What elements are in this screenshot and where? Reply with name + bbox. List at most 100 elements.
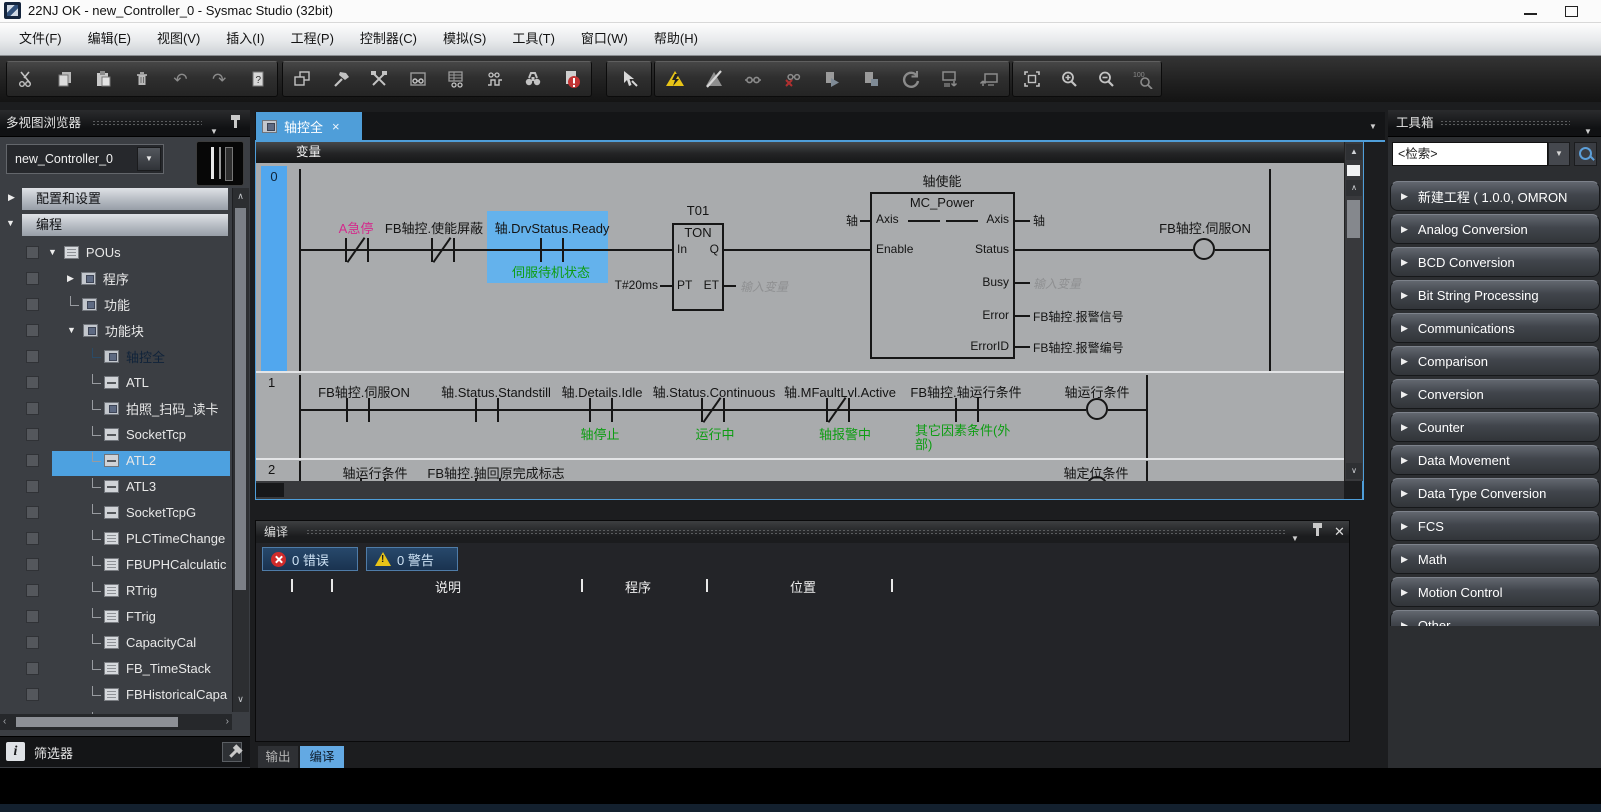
pulse-monitor-icon[interactable] — [480, 64, 510, 94]
timer-instance-label[interactable]: T01 — [687, 203, 709, 218]
toolbox-item-analog-conversion[interactable]: ▶Analog Conversion — [1390, 214, 1600, 244]
undo-icon[interactable]: ↶ — [166, 64, 196, 94]
help-icon[interactable]: ? — [243, 64, 273, 94]
tree-item-fb[interactable]: ATL2 — [0, 448, 232, 472]
scrollbar-thumb[interactable] — [1347, 165, 1360, 176]
transfer-to-controller-icon[interactable] — [935, 64, 965, 94]
tree-item-pous[interactable]: ▼ POUs — [0, 240, 232, 264]
toolbox-item-fcs[interactable]: ▶FCS — [1390, 511, 1600, 541]
tab-axis-control[interactable]: 轴控全 × — [256, 112, 362, 140]
menu-view[interactable]: 视图(V) — [144, 23, 213, 55]
pt-value[interactable]: T#20ms — [596, 278, 658, 292]
search-dropdown-icon[interactable]: ▼ — [1548, 142, 1570, 166]
tree-item-fb-selected[interactable]: 轴控全 — [0, 344, 232, 368]
contact-label[interactable]: 轴.DrvStatus.Ready — [495, 218, 610, 237]
scroll-up-icon[interactable]: ∧ — [1346, 180, 1362, 196]
tree-item-fb[interactable]: FB_TimeStack — [0, 656, 232, 680]
menu-edit[interactable]: 编辑(E) — [75, 23, 144, 55]
warnings-filter-button[interactable]: 0 警告 — [366, 547, 458, 571]
build-pin-icon[interactable] — [1316, 527, 1319, 536]
toolbox-item-counter[interactable]: ▶Counter — [1390, 412, 1600, 442]
contact-label[interactable]: 轴.MFaultLvl.Active — [784, 382, 896, 401]
warning-enable-icon[interactable] — [660, 64, 690, 94]
nc-contact[interactable] — [431, 238, 433, 262]
build-hammer-icon[interactable] — [326, 64, 356, 94]
tree-item-fb[interactable]: FBUPHCalculatic — [0, 552, 232, 576]
fb-checkbox[interactable] — [26, 558, 39, 571]
fb-checkbox[interactable] — [26, 584, 39, 597]
search-binoculars-icon[interactable] — [518, 64, 548, 94]
maximize-button[interactable] — [1565, 6, 1578, 17]
tree-item-fb[interactable]: RTrig — [0, 578, 232, 602]
fb-comment[interactable]: 轴使能 — [922, 171, 961, 190]
fb-checkbox[interactable] — [26, 454, 39, 467]
no-contact[interactable] — [475, 398, 477, 422]
section-programming[interactable]: 编程 — [22, 214, 228, 236]
watch-window-icon[interactable] — [403, 64, 433, 94]
column-divider[interactable] — [891, 579, 893, 592]
tree-item-fb[interactable]: FTrig — [0, 604, 232, 628]
tree-item-fb[interactable]: ATL — [0, 370, 232, 394]
toolbox-item-bcd-conversion[interactable]: ▶BCD Conversion — [1390, 247, 1600, 277]
nc-contact[interactable] — [826, 398, 828, 422]
controller-selector[interactable]: new_Controller_0 ▼ — [6, 144, 164, 174]
edit-pointer-icon[interactable] — [614, 64, 644, 94]
monitor-stop-icon[interactable] — [778, 64, 808, 94]
tab-close-icon[interactable]: × — [332, 119, 340, 134]
function-blocks-checkbox[interactable] — [26, 324, 39, 337]
pous-checkbox[interactable] — [26, 246, 39, 259]
rung2-number[interactable]: 2 — [268, 462, 275, 477]
coil-label[interactable]: 轴定位条件 — [1063, 463, 1128, 481]
toolbox-item-math[interactable]: ▶Math — [1390, 544, 1600, 574]
contact-label[interactable]: FB轴控.轴回原完成标志 — [427, 463, 564, 481]
tree-item-fb[interactable]: PLCTimeChange — [0, 526, 232, 550]
busy-value-placeholder[interactable]: 输入变量 — [1033, 275, 1081, 292]
config-expand-icon[interactable]: ▶ — [8, 192, 15, 203]
toolbox-item-other[interactable]: ▶Other — [1390, 610, 1600, 626]
nc-contact[interactable] — [701, 398, 703, 422]
programs-expand-icon[interactable]: ▶ — [67, 273, 74, 284]
column-divider[interactable] — [331, 579, 333, 592]
rung1-number[interactable]: 1 — [268, 375, 275, 390]
toolbox-item-data-type-conversion[interactable]: ▶Data Type Conversion — [1390, 478, 1600, 508]
transfer-from-controller-icon[interactable] — [974, 64, 1004, 94]
column-divider[interactable] — [291, 579, 293, 592]
tab-output[interactable]: 输出 — [258, 746, 298, 768]
ladder-editor[interactable]: 0 A急停 FB轴控.使能屏蔽 轴.DrvStatus.Ready 伺服待机状态 — [256, 163, 1344, 481]
toolbox-item-motion-control[interactable]: ▶Motion Control — [1390, 577, 1600, 607]
no-contact[interactable] — [955, 398, 957, 422]
output-coil[interactable] — [1193, 238, 1215, 260]
explorer-vertical-scrollbar[interactable]: ∧ ∨ — [232, 188, 249, 712]
zoom-in-icon[interactable] — [1054, 64, 1084, 94]
scroll-right-icon[interactable]: › — [226, 716, 229, 727]
fb-checkbox[interactable] — [26, 428, 39, 441]
tab-build[interactable]: 编译 — [300, 746, 344, 768]
fb-checkbox[interactable] — [26, 402, 39, 415]
tree-item-fb[interactable]: SocketTcp — [0, 422, 232, 446]
editor-horizontal-scrollbar[interactable] — [256, 481, 1344, 499]
fb-checkbox[interactable] — [26, 350, 39, 363]
output-coil[interactable] — [1086, 398, 1108, 420]
scroll-down-icon[interactable]: ∨ — [1346, 463, 1362, 479]
error-value[interactable]: FB轴控.报警信号 — [1033, 308, 1124, 325]
synchronize-icon[interactable] — [896, 64, 926, 94]
stop-icon[interactable] — [856, 64, 886, 94]
tree-item-programs[interactable]: ▶ 程序 — [0, 266, 232, 290]
functions-checkbox[interactable] — [26, 298, 39, 311]
explorer-pin-icon[interactable] — [234, 119, 237, 128]
function-blocks-expand-icon[interactable]: ▼ — [67, 325, 76, 335]
cut-icon[interactable] — [11, 64, 41, 94]
section-config[interactable]: 配置和设置 — [22, 188, 228, 210]
errors-filter-button[interactable]: 0 错误 — [262, 547, 358, 571]
toolbox-item-conversion[interactable]: ▶Conversion — [1390, 379, 1600, 409]
toolbox-item-communications[interactable]: ▶Communications — [1390, 313, 1600, 343]
watch-table-icon[interactable] — [441, 64, 471, 94]
scrollbar-thumb[interactable] — [16, 717, 178, 727]
toolbox-item-data-movement[interactable]: ▶Data Movement — [1390, 445, 1600, 475]
fb-checkbox[interactable] — [26, 636, 39, 649]
menu-controller[interactable]: 控制器(C) — [347, 23, 430, 55]
contact-label[interactable]: FB轴控.使能屏蔽 — [385, 218, 483, 237]
tree-item-fb[interactable]: SocketTcpG — [0, 500, 232, 524]
menu-window[interactable]: 窗口(W) — [568, 23, 641, 55]
minimize-button[interactable] — [1524, 13, 1537, 15]
